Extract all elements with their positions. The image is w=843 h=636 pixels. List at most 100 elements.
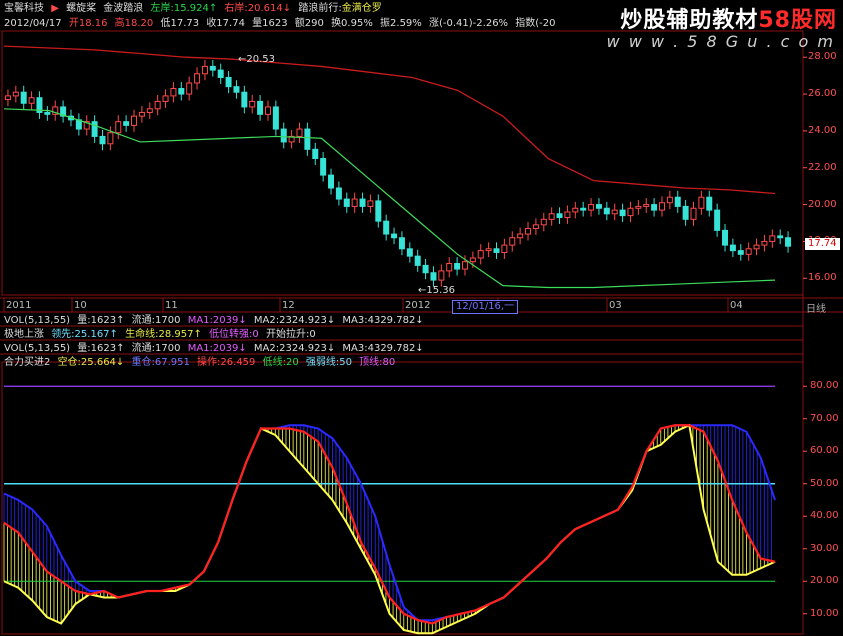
line-label[interactable]: 极地上涨 xyxy=(4,329,44,340)
current-price-tag: 17.74 xyxy=(805,238,840,250)
candle-body xyxy=(635,205,642,209)
cursor-date: 12/01/16,一 xyxy=(452,300,519,314)
osc-y-tick: 20.00 xyxy=(810,575,839,587)
vol2-float: 流通:1700 xyxy=(131,343,181,354)
candle-body xyxy=(627,207,634,217)
right-bank-value: 20.614 xyxy=(247,3,283,14)
period-button[interactable]: 日线 xyxy=(806,300,826,315)
candle-body xyxy=(446,263,453,272)
candle-body xyxy=(264,106,271,115)
price-y-tick: 22.00 xyxy=(808,161,837,173)
candle-body xyxy=(146,108,153,113)
candle-body xyxy=(131,115,138,126)
candle-body xyxy=(595,204,602,209)
osc-panel-frame xyxy=(1,361,804,635)
candle-body xyxy=(414,255,421,266)
candle-body xyxy=(666,196,673,204)
play-icon[interactable]: ▶ xyxy=(51,3,59,14)
candle-body xyxy=(722,229,729,246)
title-bar: 宝馨科技 ▶ 螺旋桨 金波踏浪 左岸:15.924↑ 右岸:20.614↓ 踏浪… xyxy=(4,2,386,15)
candle-body xyxy=(461,261,468,270)
indicator-name[interactable]: 螺旋桨 xyxy=(66,3,96,14)
quote-high: 高18.20 xyxy=(114,18,154,29)
candle-body xyxy=(44,111,51,115)
osc-low: 低线:20 xyxy=(262,357,299,368)
quote-volume: 量1623 xyxy=(252,18,288,29)
price-y-tick: 28.00 xyxy=(808,51,837,63)
quote-open: 开18.16 xyxy=(68,18,108,29)
left-bank-label: 左岸: xyxy=(150,3,174,14)
vol-ma1: MA1:2039↓ xyxy=(187,315,247,326)
osc-y-tick: 10.00 xyxy=(810,607,839,619)
candle-body xyxy=(777,235,784,239)
candle-body xyxy=(249,100,256,108)
candle-body xyxy=(406,248,413,257)
line-row: 极地上涨 领先:25.167↑ 生命线:28.957↑ 低位转强:0 开始拉升:… xyxy=(4,328,320,341)
candle-body xyxy=(107,132,114,145)
osc-op: 操作:26.459 xyxy=(197,357,256,368)
candle-body xyxy=(438,270,445,281)
candle-body xyxy=(674,196,681,207)
candle-body xyxy=(28,97,35,104)
vol-float: 流通:1700 xyxy=(131,315,181,326)
candle-body xyxy=(753,244,760,250)
vol2-ma3: MA3:4329.782↓ xyxy=(342,343,424,354)
osc-y-tick: 70.00 xyxy=(810,412,839,424)
candle-body xyxy=(430,272,437,281)
stock-name[interactable]: 宝馨科技 xyxy=(4,3,44,14)
candle-body xyxy=(564,211,571,218)
vol2-label[interactable]: VOL(5,13,55) xyxy=(4,343,70,354)
candle-body xyxy=(4,95,11,101)
candle-body xyxy=(769,235,776,242)
osc-y-tick: 30.00 xyxy=(810,542,839,554)
candle-body xyxy=(619,209,626,217)
ma-red-line xyxy=(3,45,776,195)
osc-label[interactable]: 合力买进2 xyxy=(4,357,50,368)
candle-body xyxy=(525,228,532,235)
quote-amplitude: 振2.59% xyxy=(380,18,422,29)
price-y-tick: 24.00 xyxy=(808,124,837,136)
osc-heavy: 重仓:67.951 xyxy=(131,357,190,368)
candle-body xyxy=(509,237,516,246)
candle-body xyxy=(241,91,248,108)
price-y-tick: 20.00 xyxy=(808,198,837,210)
osc-row: 合力买进2 空仓:25.664↓ 重仓:67.951 操作:26.459 低线:… xyxy=(4,356,399,369)
candle-body xyxy=(469,257,476,263)
candle-body xyxy=(588,204,595,211)
quote-low: 低17.73 xyxy=(160,18,200,29)
vol-row-2: VOL(5,13,55) 量:1623↑ 流通:1700 MA1:2039↓ M… xyxy=(4,342,428,355)
candle-body xyxy=(12,91,19,97)
candle-body xyxy=(162,95,169,102)
watermark-url: w w w . 5 8 G u . c o m xyxy=(606,32,835,51)
x-tick: 04 xyxy=(730,300,743,311)
indicator-sub: 金波踏浪 xyxy=(103,3,144,14)
candle-body xyxy=(328,174,335,189)
candle-body xyxy=(737,250,744,255)
line-lead: 领先:25.167↑ xyxy=(51,329,118,340)
candle-body xyxy=(580,207,587,211)
candle-body xyxy=(335,187,342,200)
candle-body xyxy=(745,248,752,255)
candle-body xyxy=(186,82,193,95)
price-high-marker: ←20.53 xyxy=(238,54,276,65)
vol2-ma2: MA2:2324.923↓ xyxy=(253,343,336,354)
left-bank-value: 15.924 xyxy=(173,3,209,14)
vol-label[interactable]: VOL(5,13,55) xyxy=(4,315,70,326)
candle-body xyxy=(785,237,792,247)
candle-body xyxy=(540,218,547,226)
candle-body xyxy=(383,220,390,235)
vol-value: 量:1623↑ xyxy=(77,315,125,326)
vol2-value: 量:1623↑ xyxy=(77,343,125,354)
candle-body xyxy=(761,240,768,246)
candle-body xyxy=(233,86,240,93)
vol-ma3: MA3:4329.782↓ xyxy=(342,315,424,326)
vol-ma2: MA2:2324.923↓ xyxy=(253,315,336,326)
candle-body xyxy=(209,65,216,71)
candle-body xyxy=(714,209,721,231)
quote-close: 收17.74 xyxy=(206,18,245,29)
candle-body xyxy=(154,100,161,110)
candle-body xyxy=(312,148,319,160)
candle-body xyxy=(343,198,350,207)
quote-turnover: 换0.95% xyxy=(331,18,373,29)
osc-mid: 强弱线:50 xyxy=(305,357,352,368)
